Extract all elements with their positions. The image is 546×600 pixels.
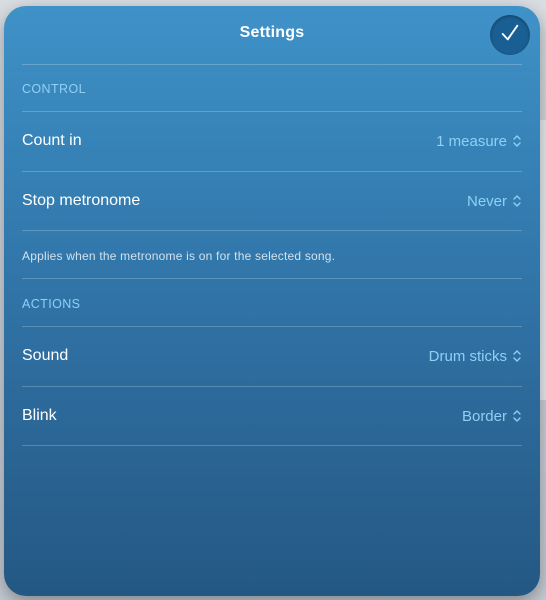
chevron-up-down-icon xyxy=(512,194,522,208)
chevron-up-down-icon xyxy=(512,349,522,363)
sound-label: Sound xyxy=(22,347,69,364)
count-in-value: 1 measure xyxy=(436,132,507,150)
count-in-label: Count in xyxy=(22,132,82,149)
chevron-up-down-icon xyxy=(512,134,522,148)
checkmark-icon xyxy=(499,22,521,49)
divider xyxy=(22,230,522,231)
section-header-control: CONTROL xyxy=(22,82,86,96)
sound-popup[interactable]: Drum sticks xyxy=(429,348,522,365)
chevron-up-down-icon xyxy=(512,409,522,423)
count-in-row[interactable]: Count in 1 measure xyxy=(22,112,522,170)
blink-label: Blink xyxy=(22,407,57,424)
done-button[interactable] xyxy=(490,15,530,55)
sound-value: Drum sticks xyxy=(428,347,507,365)
stop-metronome-label: Stop metronome xyxy=(22,192,141,209)
blink-popup[interactable]: Border xyxy=(462,408,522,425)
blink-value: Border xyxy=(461,407,507,425)
divider xyxy=(22,278,522,279)
sound-row[interactable]: Sound Drum sticks xyxy=(22,327,522,385)
stop-metronome-popup[interactable]: Never xyxy=(467,193,522,210)
metronome-footnote: Applies when the metronome is on for the… xyxy=(22,249,336,263)
divider xyxy=(22,445,522,446)
blink-row[interactable]: Blink Border xyxy=(22,387,522,445)
settings-panel: Settings CONTROL Count in 1 measure Stop… xyxy=(4,6,540,596)
section-header-actions: ACTIONS xyxy=(22,297,81,311)
stop-metronome-value: Never xyxy=(466,192,507,210)
count-in-popup[interactable]: 1 measure xyxy=(436,133,522,150)
divider xyxy=(22,64,522,65)
stop-metronome-row[interactable]: Stop metronome Never xyxy=(22,172,522,230)
page-title: Settings xyxy=(239,24,305,41)
